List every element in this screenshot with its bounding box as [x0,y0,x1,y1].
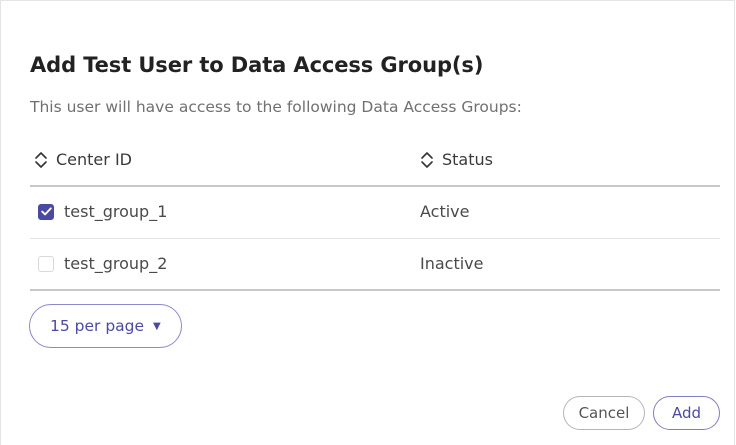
data-access-groups-table: Center ID Status test_group_1 Active tes… [30,137,720,291]
table-row[interactable]: test_group_1 Active [30,187,720,239]
row-checkbox-unchecked[interactable] [38,255,54,272]
dialog-subtitle: This user will have access to the follow… [30,98,522,116]
checkmark-icon [40,207,52,216]
caret-down-icon: ▼ [153,320,161,332]
center-id-cell: test_group_2 [38,254,167,273]
add-button[interactable]: Add [653,396,720,430]
column-header-status[interactable]: Status [420,150,493,169]
table-header: Center ID Status [30,137,720,187]
add-to-data-access-group-dialog: Add Test User to Data Access Group(s) Th… [0,0,735,445]
per-page-select[interactable]: 15 per page ▼ [29,304,182,348]
column-header-label: Center ID [56,150,132,169]
per-page-label: 15 per page [50,317,145,335]
row-checkbox-checked[interactable] [38,203,54,220]
table-row[interactable]: test_group_2 Inactive [30,239,720,291]
center-id-text: test_group_2 [64,254,168,273]
sort-icon [421,151,433,168]
dialog-title: Add Test User to Data Access Group(s) [30,53,484,77]
status-cell: Inactive [420,254,484,273]
cancel-button[interactable]: Cancel [563,396,645,430]
center-id-cell: test_group_1 [38,202,167,221]
column-header-center-id[interactable]: Center ID [34,150,132,169]
center-id-text: test_group_1 [64,202,168,221]
status-cell: Active [420,202,470,221]
sort-icon [35,151,47,168]
column-header-label: Status [442,150,493,169]
